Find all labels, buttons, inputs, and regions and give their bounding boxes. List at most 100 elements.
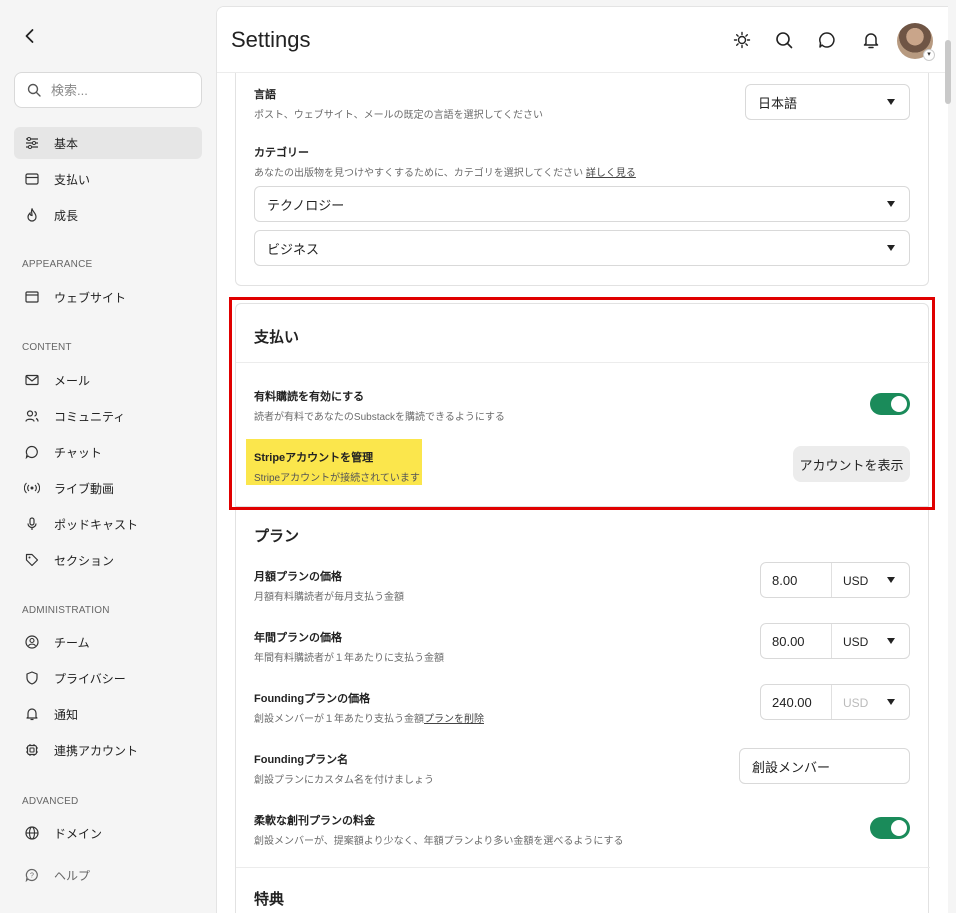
category-label: カテゴリー	[254, 147, 309, 159]
remove-plan-link[interactable]: プランを削除	[424, 714, 484, 725]
sidebar-item-label: 成長	[54, 208, 79, 223]
monthly-price-label: 月額プランの価格	[254, 571, 342, 583]
chat-icon	[24, 444, 40, 460]
sidebar-item-help[interactable]: ? ヘルプ	[14, 859, 202, 891]
globe-icon	[24, 825, 40, 841]
divider	[236, 867, 930, 868]
founding-name-label: Foundingプラン名	[254, 754, 349, 766]
sidebar-item-label: ライブ動画	[54, 481, 115, 496]
scrollbar-thumb[interactable]	[945, 40, 951, 104]
section-heading-appearance: APPEARANCE	[22, 259, 93, 270]
language-select-value: 日本語	[758, 95, 798, 111]
caret-down-icon	[887, 699, 895, 705]
sidebar-item-growth[interactable]: 成長	[14, 199, 202, 231]
monthly-price-input[interactable]: 8.00 USD	[760, 562, 910, 598]
founding-price-label: Foundingプランの価格	[254, 693, 371, 705]
help-icon: ?	[24, 867, 40, 883]
monthly-price-description: 月額有料購読者が毎月支払う金額	[254, 592, 404, 603]
page-title: Settings	[231, 27, 311, 52]
flexible-pricing-description: 創設メンバーが、提案額より少なく、年額プランより多い金額を選べるようにする	[254, 836, 624, 847]
category-select-2[interactable]: ビジネス	[254, 230, 910, 266]
founding-price-input[interactable]: 240.00 USD	[760, 684, 910, 720]
language-label: 言語	[254, 89, 276, 101]
sidebar-item-connected-accounts[interactable]: 連携アカウント	[14, 734, 202, 766]
annotation-red-box	[229, 297, 935, 510]
currency-select[interactable]: USD	[843, 635, 868, 649]
sidebar-item-sections[interactable]: セクション	[14, 544, 202, 576]
broadcast-icon	[24, 480, 40, 496]
sidebar-item-label: プライバシー	[54, 671, 126, 686]
sidebar-item-label: 通知	[54, 707, 79, 722]
sidebar-item-mail[interactable]: メール	[14, 364, 202, 396]
sidebar-item-team[interactable]: チーム	[14, 626, 202, 658]
sidebar-item-domain[interactable]: ドメイン	[14, 817, 202, 849]
divider	[831, 685, 832, 719]
search-icon	[27, 83, 41, 97]
sidebar-item-label: メール	[54, 373, 91, 388]
divider	[831, 563, 832, 597]
caret-down-icon	[887, 99, 895, 105]
currency-select[interactable]: USD	[843, 574, 868, 588]
category-select-value: テクノロジー	[267, 197, 345, 213]
mail-icon	[24, 372, 40, 388]
tag-icon	[24, 552, 40, 568]
sidebar-item-chat[interactable]: チャット	[14, 436, 202, 468]
sidebar-item-community[interactable]: コミュニティ	[14, 400, 202, 432]
founding-name-input[interactable]: 創設メンバー	[739, 748, 910, 784]
sidebar-item-label: ヘルプ	[54, 868, 91, 883]
sidebar-item-basic[interactable]: 基本	[14, 127, 202, 159]
yearly-price-input[interactable]: 80.00 USD	[760, 623, 910, 659]
back-arrow-icon[interactable]	[20, 26, 40, 46]
sidebar-item-label: ポッドキャスト	[54, 517, 139, 532]
sidebar-item-label: チーム	[54, 635, 90, 650]
sidebar-item-notifications[interactable]: 通知	[14, 698, 202, 730]
search-input[interactable]	[51, 82, 181, 98]
category-description: あなたの出版物を見つけやすくするために、カテゴリを選択してください 詳しく見る	[254, 168, 636, 179]
sliders-icon	[24, 135, 40, 151]
caret-down-icon	[887, 201, 895, 207]
sidebar-item-label: セクション	[54, 553, 115, 568]
sidebar-item-label: 基本	[54, 136, 79, 151]
section-heading-advanced: ADVANCED	[22, 796, 79, 807]
search-icon[interactable]	[773, 29, 795, 51]
divider	[831, 624, 832, 658]
sidebar-item-label: 支払い	[54, 172, 91, 187]
bell-icon	[24, 706, 40, 722]
sidebar-item-live-video[interactable]: ライブ動画	[14, 472, 202, 504]
sidebar-item-label: ウェブサイト	[54, 290, 127, 305]
caret-down-icon	[887, 638, 895, 644]
card-icon	[24, 171, 40, 187]
sidebar-item-label: コミュニティ	[54, 409, 126, 424]
yearly-price-description: 年間有料購読者が１年あたりに支払う金額	[254, 653, 444, 664]
search-box[interactable]	[14, 72, 202, 108]
plans-card: プラン 月額プランの価格 月額有料購読者が毎月支払う金額 8.00 USD 年間…	[235, 507, 930, 913]
language-select[interactable]: 日本語	[745, 84, 910, 120]
learn-more-link[interactable]: 詳しく見る	[586, 168, 636, 179]
link-icon	[24, 742, 40, 758]
sidebar-item-label: ドメイン	[54, 826, 103, 841]
section-heading-administration: ADMINISTRATION	[22, 605, 110, 616]
sidebar: 基本 支払い 成長 APPEARANCE ウェブサイト CONTENT メール …	[0, 0, 216, 913]
price-value[interactable]: 240.00	[772, 695, 812, 710]
perks-title: 特典	[254, 891, 285, 908]
category-select-1[interactable]: テクノロジー	[254, 186, 910, 222]
sun-icon[interactable]	[731, 29, 753, 51]
chat-bubble-icon[interactable]	[816, 29, 838, 51]
bell-icon[interactable]	[860, 29, 882, 51]
sidebar-item-privacy[interactable]: プライバシー	[14, 662, 202, 694]
flexible-pricing-toggle[interactable]	[870, 817, 910, 839]
chevron-down-icon[interactable]: ▾	[923, 49, 935, 61]
team-icon	[24, 634, 40, 650]
language-description: ポスト、ウェブサイト、メールの既定の言語を選択してください	[254, 110, 543, 121]
sidebar-item-podcast[interactable]: ポッドキャスト	[14, 508, 202, 540]
caret-down-icon	[887, 577, 895, 583]
price-value[interactable]: 8.00	[772, 573, 797, 588]
general-card: 言語 ポスト、ウェブサイト、メールの既定の言語を選択してください 日本語 カテゴ…	[235, 73, 929, 286]
price-value[interactable]: 80.00	[772, 634, 805, 649]
sidebar-item-payments[interactable]: 支払い	[14, 163, 202, 195]
sidebar-item-label: チャット	[54, 445, 102, 460]
sidebar-item-website[interactable]: ウェブサイト	[14, 281, 202, 313]
caret-down-icon	[887, 245, 895, 251]
founding-price-description: 創設メンバーが１年あたり支払う金額プランを削除	[254, 714, 484, 725]
founding-name-value[interactable]: 創設メンバー	[752, 757, 830, 776]
